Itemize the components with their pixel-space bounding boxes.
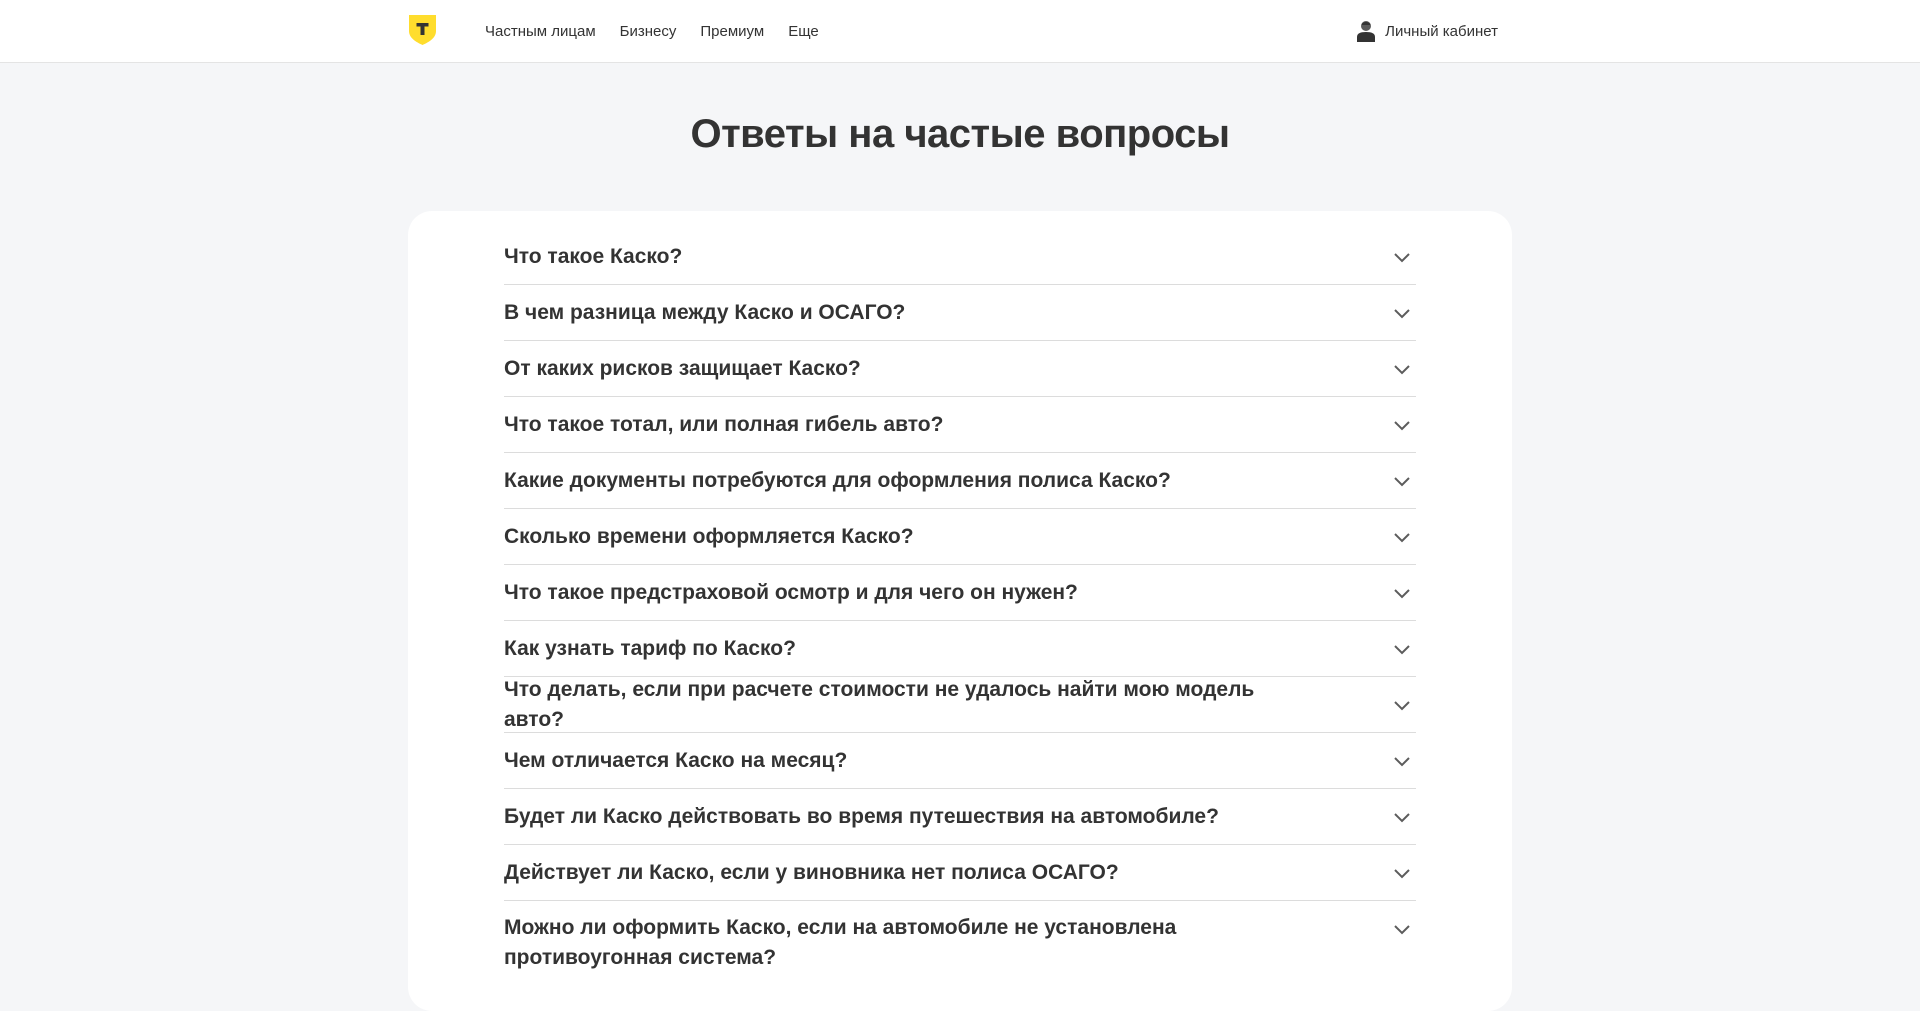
account-link[interactable]: Личный кабинет [1357,20,1498,42]
main-nav: Частным лицам Бизнесу Премиум Еще [485,23,819,40]
page-title: Ответы на частые вопросы [690,112,1230,156]
faq-item[interactable]: Что такое тотал, или полная гибель авто? [504,397,1416,453]
faq-item[interactable]: Что такое предстраховой осмотр и для чег… [504,565,1416,621]
chevron-down-icon [1394,868,1410,878]
faq-question: Что делать, если при расчете стоимости н… [504,677,1255,731]
account-label: Личный кабинет [1385,22,1498,40]
faq-question: В чем разница между Каско и ОСАГО? [504,300,906,324]
header-inner: Частным лицам Бизнесу Премиум Еще Личный… [408,0,1498,62]
chevron-down-icon [1394,756,1410,766]
nav-item-more[interactable]: Еще [788,23,819,40]
faq-question: Сколько времени оформляется Каско? [504,524,914,548]
chevron-down-icon [1394,700,1410,710]
chevron-down-icon [1394,420,1410,430]
faq-question: Действует ли Каско, если у виновника нет… [504,860,1119,884]
faq-item[interactable]: Можно ли оформить Каско, если на автомоб… [504,901,1416,981]
nav-item-individuals[interactable]: Частным лицам [485,23,596,40]
chevron-down-icon [1394,364,1410,374]
faq-card: Что такое Каско? В чем разница между Кас… [408,211,1512,1011]
chevron-down-icon [1394,476,1410,486]
faq-question: Что такое Каско? [504,244,683,268]
faq-question: Что такое тотал, или полная гибель авто? [504,412,944,436]
nav-item-business[interactable]: Бизнесу [620,23,677,40]
nav-item-premium[interactable]: Премиум [700,23,764,40]
faq-question: Что такое предстраховой осмотр и для чег… [504,580,1078,604]
brand-logo-icon[interactable] [408,14,437,46]
chevron-down-icon [1394,812,1410,822]
chevron-down-icon [1394,644,1410,654]
faq-item[interactable]: Действует ли Каско, если у виновника нет… [504,845,1416,901]
faq-item[interactable]: Что такое Каско? [504,229,1416,285]
faq-question: Можно ли оформить Каско, если на автомоб… [504,916,1177,969]
faq-list: Что такое Каско? В чем разница между Кас… [504,229,1416,981]
faq-question: Как узнать тариф по Каско? [504,636,796,660]
chevron-down-icon [1394,252,1410,262]
faq-question: От каких рисков защищает Каско? [504,356,861,380]
chevron-down-icon [1394,925,1410,935]
faq-item[interactable]: Будет ли Каско действовать во время путе… [504,789,1416,845]
faq-item[interactable]: Чем отличается Каско на месяц? [504,733,1416,789]
chevron-down-icon [1394,588,1410,598]
site-header: Частным лицам Бизнесу Премиум Еще Личный… [0,0,1920,63]
faq-item[interactable]: Как узнать тариф по Каско? [504,621,1416,677]
faq-question: Какие документы потребуются для оформлен… [504,468,1171,492]
faq-item[interactable]: В чем разница между Каско и ОСАГО? [504,285,1416,341]
chevron-down-icon [1394,532,1410,542]
faq-question: Будет ли Каско действовать во время путе… [504,804,1219,828]
faq-item[interactable]: Сколько времени оформляется Каско? [504,509,1416,565]
faq-item[interactable]: Что делать, если при расчете стоимости н… [504,677,1416,733]
faq-item[interactable]: Какие документы потребуются для оформлен… [504,453,1416,509]
faq-question: Чем отличается Каско на месяц? [504,748,848,772]
faq-item[interactable]: От каких рисков защищает Каско? [504,341,1416,397]
chevron-down-icon [1394,308,1410,318]
user-icon [1357,21,1376,42]
